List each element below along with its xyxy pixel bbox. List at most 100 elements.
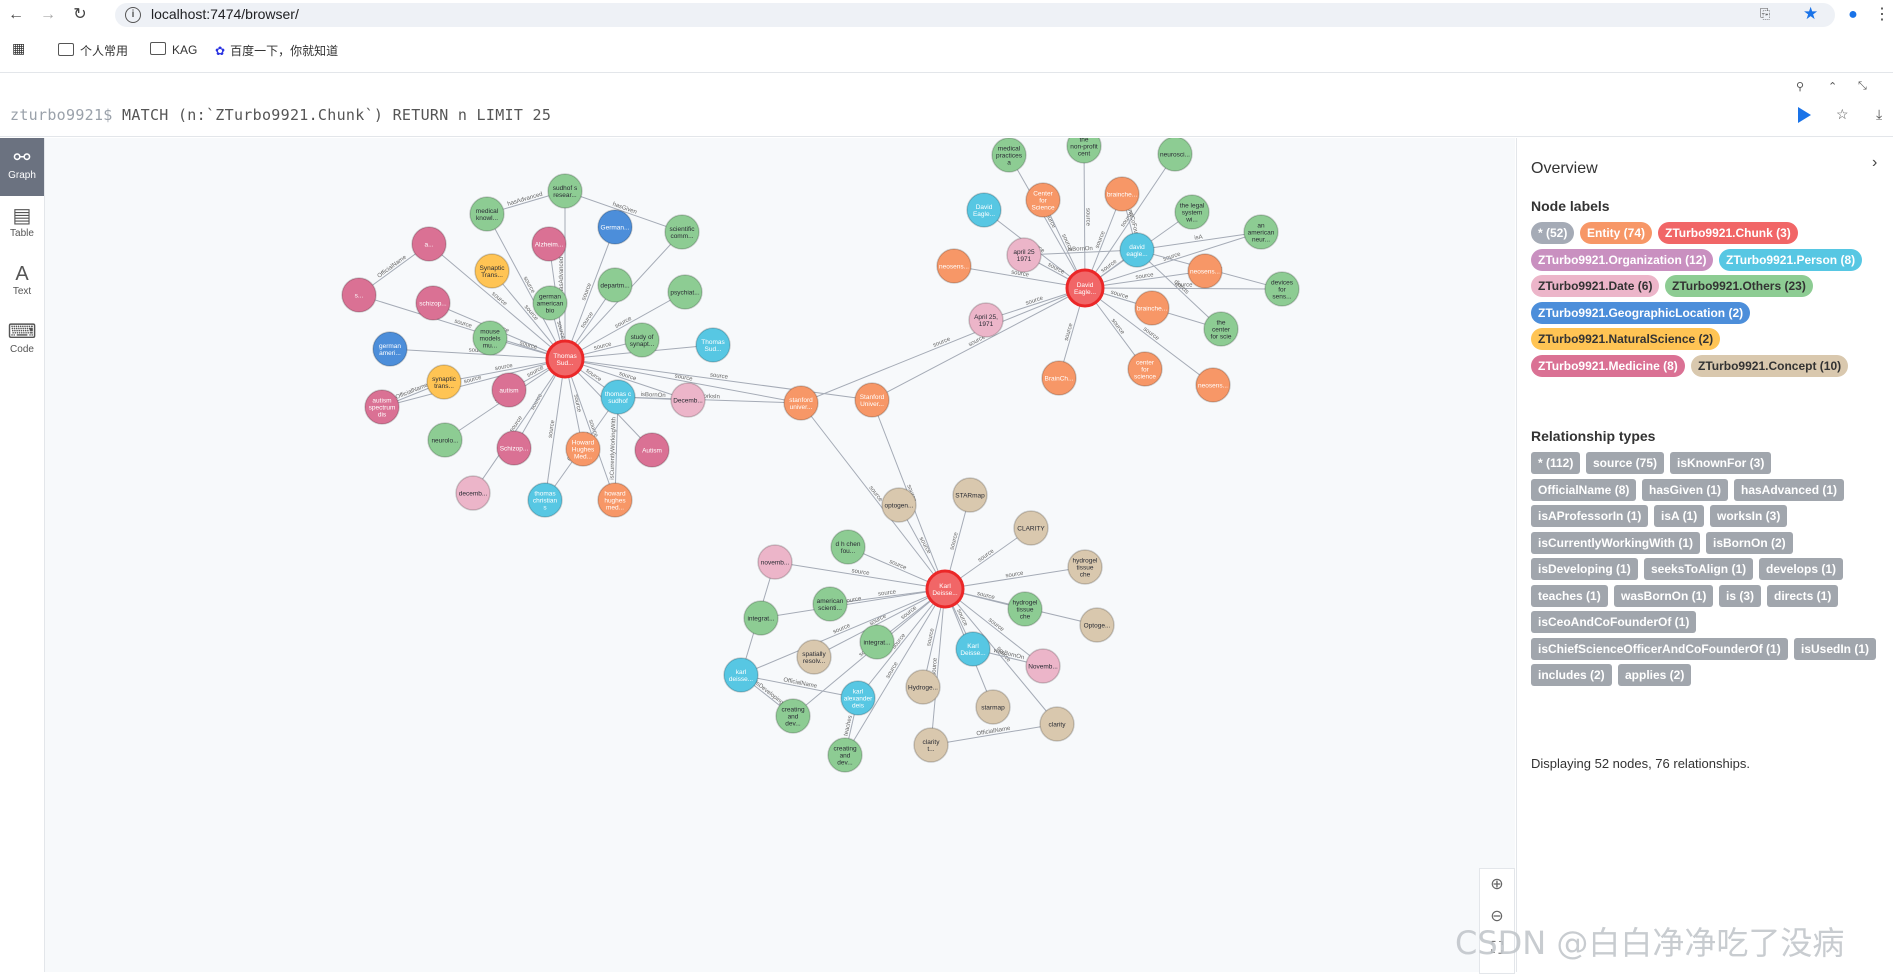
- entity-node[interactable]: creatinganddev...: [827, 737, 863, 773]
- relationship-type-tag[interactable]: applies (2): [1618, 664, 1692, 686]
- entity-node[interactable]: germanamericanbio: [532, 285, 568, 321]
- entity-node[interactable]: neosens...: [1195, 367, 1231, 403]
- node-label-pill[interactable]: ZTurbo9921.Date (6): [1531, 275, 1660, 297]
- entity-node[interactable]: Autism: [634, 432, 670, 468]
- entity-node[interactable]: STARmap: [952, 477, 988, 513]
- bookmark-folder-personal[interactable]: 个人常用: [58, 42, 128, 59]
- entity-node[interactable]: schizop...: [415, 285, 451, 321]
- entity-node[interactable]: creatinganddev...: [775, 698, 811, 734]
- bookmark-baidu[interactable]: ✿ 百度一下，你就知道: [215, 42, 338, 59]
- collapse-panel-icon[interactable]: ›: [1872, 154, 1877, 172]
- relationship-type-tag[interactable]: wasBornOn (1): [1614, 584, 1714, 607]
- entity-node[interactable]: anamericanneur...: [1243, 214, 1279, 250]
- entity-node[interactable]: d h chenfou...: [830, 529, 866, 565]
- entity-node[interactable]: hydrogeltissueche: [1007, 591, 1043, 627]
- query-line[interactable]: zturbo9921$ MATCH (n:`ZTurbo9921.Chunk`)…: [10, 106, 551, 124]
- entity-node[interactable]: neosens...: [1187, 253, 1223, 289]
- relationship-edge[interactable]: [930, 723, 1058, 746]
- relationship-type-tag[interactable]: isDeveloping (1): [1531, 558, 1638, 580]
- entity-node[interactable]: Hydroge...: [905, 669, 941, 705]
- relationship-type-tag[interactable]: worksIn (3): [1710, 505, 1788, 527]
- entity-node[interactable]: Alzheim...: [531, 226, 567, 262]
- entity-node[interactable]: decemb...: [455, 475, 491, 511]
- entity-node[interactable]: howardhughesmed...: [597, 482, 633, 518]
- entity-node[interactable]: centerforscience: [1127, 351, 1163, 387]
- entity-node[interactable]: davideagle...: [1119, 232, 1155, 268]
- entity-node[interactable]: thomas csudhof: [600, 379, 636, 415]
- relationship-type-tag[interactable]: isCurrentlyWorkingWith (1): [1531, 531, 1701, 554]
- entity-node[interactable]: karldeisse...: [723, 657, 759, 693]
- relationship-type-tag[interactable]: develops (1): [1759, 558, 1844, 580]
- entity-node[interactable]: mousemodelsmu...: [472, 320, 508, 356]
- entity-node[interactable]: integrat...: [859, 624, 895, 660]
- fullscreen-icon[interactable]: ⤡: [1858, 80, 1867, 93]
- forward-icon[interactable]: →: [38, 5, 58, 25]
- entity-node[interactable]: German...: [597, 209, 633, 245]
- entity-node[interactable]: autismspectrumdis: [364, 389, 400, 425]
- graph-svg[interactable]: hasAdvanced source source source source sourc…: [45, 128, 1515, 972]
- entity-node[interactable]: neosens...: [936, 248, 972, 284]
- browser-menu-icon[interactable]: ⋮: [1872, 5, 1892, 25]
- entity-node[interactable]: neurosci...: [1157, 136, 1193, 172]
- entity-node[interactable]: ThomasSud...: [695, 327, 731, 363]
- entity-node[interactable]: KarlDeisse...: [955, 631, 991, 667]
- node-label-pill[interactable]: ZTurbo9921.Medicine (8): [1531, 354, 1685, 377]
- relationship-edge[interactable]: [800, 287, 1086, 404]
- node-label-pill[interactable]: ZTurbo9921.Others (23): [1665, 275, 1813, 297]
- node-label-pill[interactable]: ZTurbo9921.Person (8): [1719, 248, 1863, 271]
- chunk-node[interactable]: DavidEagle...: [1065, 268, 1105, 308]
- bookmark-folder-kag[interactable]: KAG: [150, 42, 197, 57]
- entity-node[interactable]: thecenterfor scie: [1203, 311, 1239, 347]
- entity-node[interactable]: hydrogeltissueche: [1067, 549, 1103, 585]
- profile-icon[interactable]: ●: [1843, 5, 1863, 25]
- relationship-type-tag[interactable]: hasAdvanced (1): [1734, 478, 1845, 501]
- relationship-type-tag[interactable]: isBornOn (2): [1706, 531, 1793, 554]
- query-editor[interactable]: zturbo9921$ MATCH (n:`ZTurbo9921.Chunk`)…: [0, 96, 1893, 137]
- sidebar-code[interactable]: ⌨ Code: [0, 312, 44, 370]
- node-label-pill[interactable]: * (52): [1531, 222, 1575, 244]
- entity-node[interactable]: departm...: [597, 267, 633, 303]
- entity-node[interactable]: karlalexanderdeis: [840, 680, 876, 716]
- node-label-pill[interactable]: ZTurbo9921.Organization (12): [1531, 248, 1714, 271]
- translate-icon[interactable]: ⎘: [1760, 6, 1770, 22]
- entity-node[interactable]: SynapticTrans...: [474, 253, 510, 289]
- reload-icon[interactable]: ↻: [70, 5, 90, 25]
- entity-node[interactable]: clarityt...: [913, 727, 949, 763]
- entity-node[interactable]: brainche...: [1104, 176, 1140, 212]
- relationship-type-tag[interactable]: directs (1): [1767, 584, 1839, 607]
- pin-icon[interactable]: ⚲: [1796, 80, 1804, 93]
- entity-node[interactable]: Decemb...: [670, 382, 706, 418]
- entity-node[interactable]: psychiat...: [667, 274, 703, 310]
- relationship-type-tag[interactable]: isAProfessorIn (1): [1531, 505, 1649, 527]
- node-label-pill[interactable]: ZTurbo9921.Chunk (3): [1658, 222, 1798, 244]
- entity-node[interactable]: CenterforScience: [1025, 182, 1061, 218]
- relationship-type-tag[interactable]: isCeoAndCoFounderOf (1): [1531, 611, 1697, 633]
- relationship-type-tag[interactable]: isChiefScienceOfficerAndCoFounderOf (1): [1531, 637, 1788, 660]
- entity-node[interactable]: BrainCh...: [1041, 360, 1077, 396]
- entity-node[interactable]: germanameri...: [372, 331, 408, 367]
- entity-node[interactable]: novemb...: [757, 544, 793, 580]
- chunk-node[interactable]: ThomasSud...: [545, 339, 585, 379]
- relationship-type-tag[interactable]: isUsedIn (1): [1794, 637, 1877, 660]
- entity-node[interactable]: brainche...: [1134, 290, 1170, 326]
- entity-node[interactable]: autism: [491, 372, 527, 408]
- entity-node[interactable]: thenon-profitcent: [1066, 128, 1102, 164]
- bookmark-star-icon[interactable]: ★: [1803, 4, 1818, 24]
- entity-node[interactable]: StanfordUniver...: [854, 382, 890, 418]
- entity-node[interactable]: sudhof sresear...: [547, 173, 583, 209]
- node-label-pill[interactable]: Entity (74): [1580, 222, 1653, 244]
- relationship-type-tag[interactable]: is (3): [1719, 584, 1762, 607]
- relationship-type-tag[interactable]: isA (1): [1654, 505, 1705, 527]
- entity-node[interactable]: Novemb...: [1025, 648, 1061, 684]
- relationship-type-tag[interactable]: hasGiven (1): [1642, 478, 1729, 501]
- entity-node[interactable]: medicalknowl...: [469, 196, 505, 232]
- sidebar-text[interactable]: A Text: [0, 254, 44, 312]
- back-icon[interactable]: ←: [6, 5, 26, 25]
- entity-node[interactable]: clarity: [1039, 706, 1075, 742]
- relationship-type-tag[interactable]: includes (2): [1531, 664, 1612, 686]
- entity-node[interactable]: integrat...: [743, 600, 779, 636]
- sidebar-table[interactable]: ▤ Table: [0, 196, 44, 254]
- sidebar-graph[interactable]: ⚯ Graph: [0, 138, 44, 196]
- entity-node[interactable]: optogen...: [881, 487, 917, 523]
- relationship-type-tag[interactable]: * (112): [1531, 452, 1581, 474]
